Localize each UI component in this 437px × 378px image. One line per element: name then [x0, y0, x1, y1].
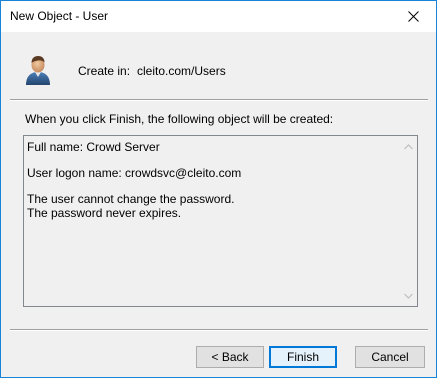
create-in-label: Create in: [78, 64, 131, 78]
summary-password-expiry: The password never expires. [27, 206, 182, 220]
chevron-up-icon [404, 143, 413, 149]
vertical-scrollbar[interactable] [400, 136, 417, 306]
title-bar[interactable]: New Object - User [1, 1, 436, 32]
create-in-path: cleito.com/Users [137, 64, 226, 78]
back-button[interactable]: < Back [196, 346, 264, 368]
window-title: New Object - User [10, 9, 109, 23]
close-icon [408, 10, 419, 22]
chevron-down-icon [404, 293, 413, 299]
summary-password-change: The user cannot change the password. [27, 192, 235, 206]
summary-logon-name: User logon name: crowdsvc@cleito.com [27, 166, 242, 180]
intro-text: When you click Finish, the following obj… [25, 112, 334, 126]
finish-button[interactable]: Finish [269, 346, 337, 368]
user-icon [26, 56, 50, 85]
new-object-user-dialog: New Object - User Create in: cleito.com/… [0, 0, 437, 378]
header-divider [10, 99, 428, 101]
close-button[interactable] [391, 1, 436, 31]
scroll-up-button[interactable] [400, 138, 417, 155]
header: Create in: cleito.com/Users [1, 32, 436, 91]
summary-full-name: Full name: Crowd Server [27, 140, 160, 154]
scroll-down-button[interactable] [400, 287, 417, 304]
summary-textbox[interactable]: Full name: Crowd Server User logon name:… [23, 135, 418, 307]
summary-content: Full name: Crowd Server User logon name:… [27, 140, 397, 220]
footer-divider [10, 329, 428, 331]
cancel-button[interactable]: Cancel [355, 346, 425, 368]
